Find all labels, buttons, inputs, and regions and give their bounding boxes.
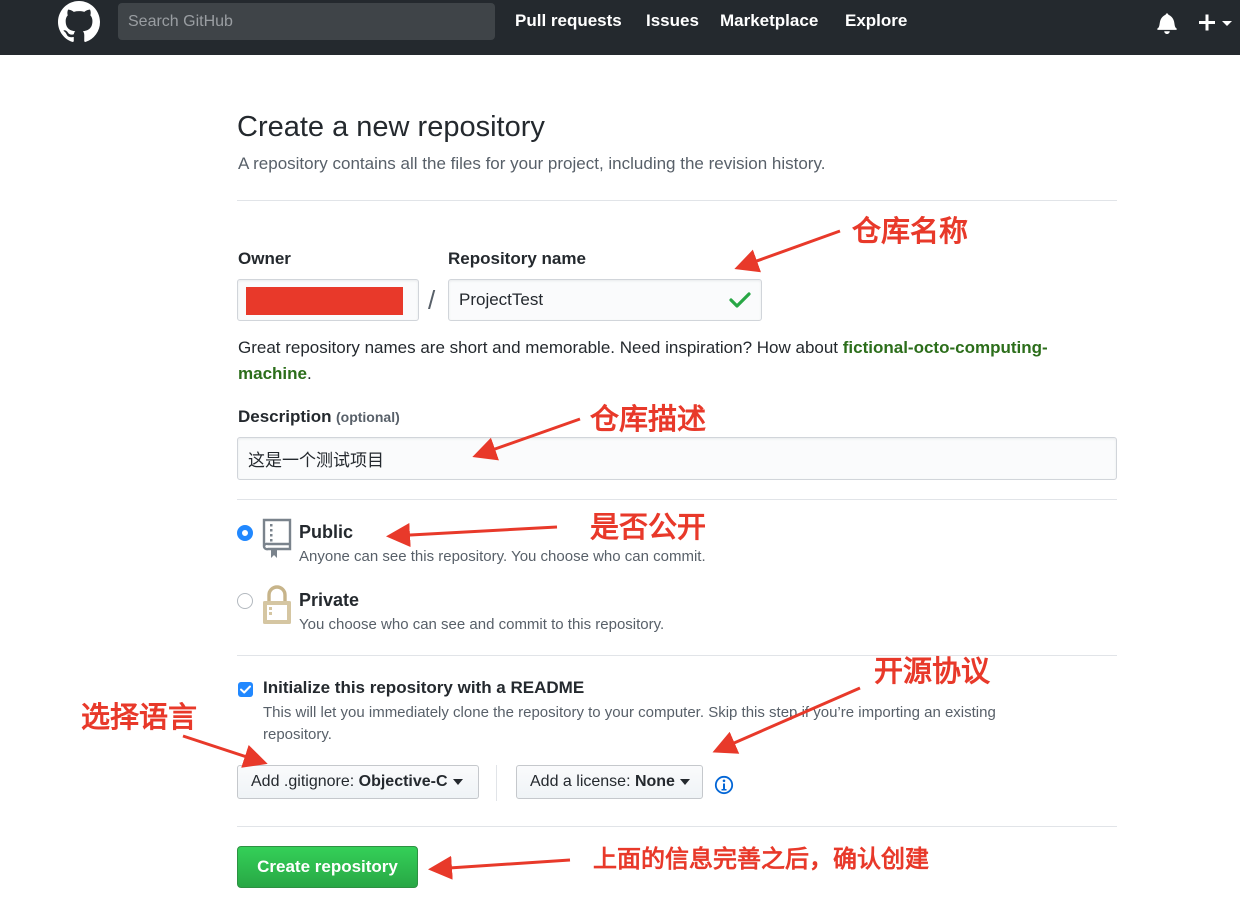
repo-name-input[interactable] <box>448 279 762 321</box>
readme-checkbox[interactable] <box>238 682 253 697</box>
public-radio[interactable] <box>237 525 253 541</box>
private-title: Private <box>299 590 360 610</box>
arrow-visibility <box>386 523 558 548</box>
private-description: You choose who can see and commit to thi… <box>299 616 665 633</box>
readme-description-line-1: This will let you immediately clone the … <box>263 704 996 721</box>
suggestion-part-1: fictional-octo-computing- <box>842 338 1048 357</box>
gitignore-dropdown[interactable]: Add .gitignore: Objective-C <box>237 765 479 799</box>
owner-redaction <box>246 287 403 315</box>
private-radio[interactable] <box>237 593 253 609</box>
arrow-confirm <box>428 855 571 880</box>
description-optional: (optional) <box>335 409 400 425</box>
global-header: Pull requests Issues Marketplace Explore <box>0 0 1240 55</box>
license-dropdown[interactable]: Add a license: None <box>516 765 703 799</box>
nav-explore[interactable]: Explore <box>845 11 907 31</box>
hint-text: Great repository names are short and mem… <box>238 338 843 357</box>
info-icon[interactable] <box>714 775 734 795</box>
annotation-license: 开源协议 <box>874 656 991 688</box>
checkmark-icon <box>240 685 251 694</box>
caret-down-icon <box>679 778 690 785</box>
annotation-repo-name: 仓库名称 <box>852 216 969 248</box>
nav-marketplace[interactable]: Marketplace <box>720 11 818 31</box>
create-repository-button[interactable]: Create repository <box>237 846 418 888</box>
page-subtitle: A repository contains all the files for … <box>238 154 826 173</box>
annotation-description: 仓库描述 <box>590 404 707 436</box>
divider <box>237 200 1117 201</box>
annotation-visibility: 是否公开 <box>590 512 707 544</box>
nav-pull-requests[interactable]: Pull requests <box>515 11 622 31</box>
readme-description-line-2: repository. <box>263 726 332 743</box>
arrow-repo-name <box>734 229 841 273</box>
public-description: Anyone can see this repository. You choo… <box>299 548 706 565</box>
annotation-language: 选择语言 <box>81 702 198 734</box>
gitignore-value: Objective-C <box>358 773 448 790</box>
hint-end: . <box>306 364 312 383</box>
gitignore-prefix: Add .gitignore: <box>251 773 359 790</box>
caret-down-icon <box>452 778 463 785</box>
search-input[interactable] <box>118 3 495 40</box>
annotation-confirm: 上面的信息完善之后，确认创建 <box>593 846 929 873</box>
repo-name-label: Repository name <box>448 249 586 268</box>
nav-issues[interactable]: Issues <box>646 11 699 31</box>
vertical-divider <box>496 765 497 801</box>
repo-name-hint: Great repository names are short and mem… <box>238 335 1048 387</box>
description-label-row: Description (optional) <box>238 407 400 427</box>
check-icon <box>729 292 751 308</box>
lock-icon <box>263 585 291 624</box>
license-value: None <box>634 773 675 790</box>
divider <box>237 826 1117 827</box>
repo-book-icon <box>262 518 292 558</box>
bell-icon[interactable] <box>1157 12 1177 34</box>
owner-repo-separator: / <box>428 285 436 315</box>
page-title: Create a new repository <box>237 111 545 143</box>
readme-title: Initialize this repository with a README <box>263 678 585 697</box>
github-logo-icon[interactable] <box>58 1 100 43</box>
divider <box>237 499 1117 500</box>
license-prefix: Add a license: <box>530 773 635 790</box>
owner-label: Owner <box>238 249 291 268</box>
plus-dropdown-icon[interactable] <box>1198 11 1234 35</box>
public-title: Public <box>299 522 354 542</box>
suggestion-part-2: machine <box>238 364 307 383</box>
arrow-language <box>182 734 268 768</box>
description-input[interactable] <box>237 437 1117 480</box>
description-label: Description <box>238 407 332 426</box>
